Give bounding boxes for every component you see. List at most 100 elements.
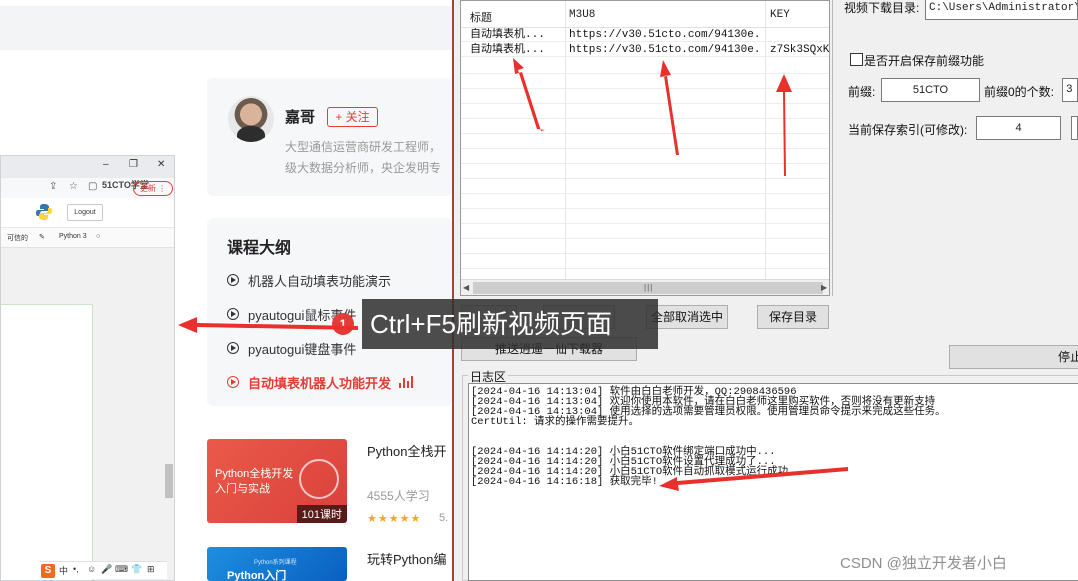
prefix-enable-label[interactable]: 是否开启保存前缀功能 <box>864 52 984 69</box>
ime-toolbox-icon[interactable]: ⊞ <box>147 564 155 575</box>
tutorial-caption: Ctrl+F5刷新视频页面 <box>362 299 658 349</box>
logout-button[interactable]: Logout <box>67 204 103 221</box>
python-logo-icon <box>36 204 52 220</box>
lesson-item[interactable]: pyautogui键盘事件 <box>227 338 356 358</box>
follow-button[interactable]: + 关注 <box>327 107 378 127</box>
horizontal-scrollbar[interactable]: ◀ ||| ▶ <box>461 279 829 295</box>
ime-keyboard-icon[interactable]: ⌨ <box>115 564 128 575</box>
grid-line <box>461 238 829 239</box>
settings-panel <box>832 0 1078 296</box>
stop-button[interactable]: 停止 <box>949 345 1078 369</box>
column-header-title[interactable]: 标题 <box>470 9 492 25</box>
course-thumbnail-text: Python入门 <box>227 570 287 581</box>
ime-emoji-icon[interactable]: ☺ <box>87 564 96 574</box>
playing-bars-icon <box>399 376 414 388</box>
cell-m3u8: https://v30.51cto.com/94130e... <box>569 29 763 41</box>
cell-title: 自动填表机... <box>470 29 545 41</box>
cell-m3u8: https://v30.51cto.com/94130e... <box>569 44 763 56</box>
star-rating: ★★★★★ <box>367 513 422 525</box>
browser-window: – ❐ ✕ ⇪ ☆ ▢ 51CTO学堂 更新 ⋮ Logout 可信的 ✎ Py… <box>0 155 175 581</box>
notebook-area <box>1 248 174 580</box>
ime-punct-icon[interactable]: •, <box>73 564 79 574</box>
trusted-indicator[interactable]: 可信的 <box>7 233 28 243</box>
course-title[interactable]: 玩转Python编 <box>367 549 446 568</box>
learner-count: 4555人学习 <box>367 489 430 503</box>
scrollbar-grip-icon: ||| <box>644 283 654 292</box>
grid-line <box>461 163 829 164</box>
download-dir-input[interactable]: C:\Users\Administrator\Do <box>925 0 1078 20</box>
step-number-badge: 1 <box>332 313 354 335</box>
grid-line <box>461 208 829 209</box>
prefix-zero-count-input[interactable]: 3 <box>1062 78 1078 102</box>
lesson-label: 自动填表机器人功能开发 <box>248 375 392 391</box>
deselect-all-button[interactable]: 全部取消选中 <box>646 305 728 329</box>
grid-line <box>461 88 829 89</box>
column-header-key[interactable]: KEY <box>770 9 790 21</box>
play-circle-icon <box>227 342 239 354</box>
close-icon[interactable]: ✕ <box>157 159 165 170</box>
pencil-icon[interactable]: ✎ <box>39 233 45 241</box>
save-dir-button[interactable]: 保存目录 <box>757 305 829 329</box>
ime-skin-icon[interactable]: 👕 <box>131 564 142 575</box>
prefix-zero-count-label: 前缀0的个数: <box>984 85 1055 99</box>
grid-line <box>461 103 829 104</box>
lesson-item-active[interactable]: 自动填表机器人功能开发 <box>227 372 414 392</box>
avatar[interactable] <box>228 96 274 142</box>
prefix-enable-checkbox[interactable] <box>850 53 863 66</box>
download-dir-label: 视频下载目录: <box>844 1 920 15</box>
prefix-label: 前缀: <box>848 85 876 99</box>
lesson-count-badge: 101课时 <box>296 505 347 523</box>
author-description: 大型通信运营商研发工程师， 级大数据分析师，央企发明专 <box>285 137 450 179</box>
notebook-cell[interactable] <box>1 304 93 580</box>
star-icon[interactable]: ☆ <box>69 181 78 192</box>
network-graph-icon <box>299 459 339 499</box>
lesson-label: pyautogui键盘事件 <box>248 341 357 357</box>
video-list-view[interactable]: 标题 M3U8 KEY 自动填表机... https://v30.51cto.c… <box>460 0 830 296</box>
author-desc-line-1: 大型通信运营商研发工程师， <box>285 140 442 154</box>
grid-line <box>461 118 829 119</box>
rating-value: 5. <box>439 512 449 524</box>
log-line: [2024-04-16 14:16:18] 获取完毕! <box>471 476 658 488</box>
jupyter-header: Logout <box>1 198 174 228</box>
syllabus-title: 课程大纲 <box>227 240 292 257</box>
table-row[interactable]: 自动填表机... https://v30.51cto.com/94130e... <box>461 28 829 42</box>
author-desc-line-2: 级大数据分析师，央企发明专 <box>285 161 442 175</box>
course-thumbnail[interactable]: Python系列课程 Python入门 <box>207 547 347 581</box>
grid-line <box>461 73 829 74</box>
author-name[interactable]: 嘉哥 <box>285 106 315 127</box>
kernel-name: Python 3 <box>59 233 87 240</box>
ime-mode-icon[interactable]: 中 <box>59 564 68 577</box>
panel-icon[interactable]: ▢ <box>88 181 97 192</box>
course-title[interactable]: Python全栈开 <box>367 441 446 460</box>
browser-update-button[interactable]: 更新 ⋮ <box>133 181 173 196</box>
grid-line <box>461 268 829 269</box>
minimize-icon[interactable]: – <box>103 159 109 170</box>
course-thumbnail-text: Python全栈开发入门与实战 <box>215 468 294 495</box>
grid-line <box>461 193 829 194</box>
lesson-label: 机器人自动填表功能演示 <box>248 273 392 289</box>
sogou-ime-icon[interactable]: S <box>41 564 55 578</box>
cell-key: z7Sk3SQxK1 <box>770 44 830 56</box>
grid-line <box>461 133 829 134</box>
grid-line <box>461 148 829 149</box>
scroll-right-icon[interactable]: ▶ <box>821 283 827 292</box>
ime-voice-icon[interactable]: 🎤 <box>101 564 112 575</box>
maximize-icon[interactable]: ❐ <box>129 159 138 170</box>
column-header-m3u8[interactable]: M3U8 <box>569 9 595 21</box>
web-top-search-strip <box>0 6 452 50</box>
browser-title-bar: – ❐ ✕ <box>1 156 174 178</box>
scroll-left-icon[interactable]: ◀ <box>463 283 469 292</box>
grid-line <box>461 253 829 254</box>
prefix-input[interactable]: 51CTO <box>881 78 980 102</box>
course-thumbnail-subtitle: Python系列课程 <box>254 560 297 566</box>
lesson-item[interactable]: 机器人自动填表功能演示 <box>227 270 391 290</box>
log-line: CertUtil: 请求的操作需要提升。 <box>471 416 640 428</box>
save-index-input[interactable]: 4 <box>976 116 1061 140</box>
side-input[interactable] <box>1071 116 1078 140</box>
csdn-watermark: CSDN @独立开发者小白 <box>840 555 1007 572</box>
notebook-scrollbar[interactable] <box>165 464 173 498</box>
table-row[interactable]: 自动填表机... https://v30.51cto.com/94130e...… <box>461 43 830 57</box>
share-icon[interactable]: ⇪ <box>49 181 57 192</box>
course-thumbnail[interactable]: Python全栈开发入门与实战 101课时 <box>207 439 347 523</box>
ime-toolbar: S 中 •, ☺ 🎤 ⌨ 👕 ⊞ <box>39 561 167 579</box>
